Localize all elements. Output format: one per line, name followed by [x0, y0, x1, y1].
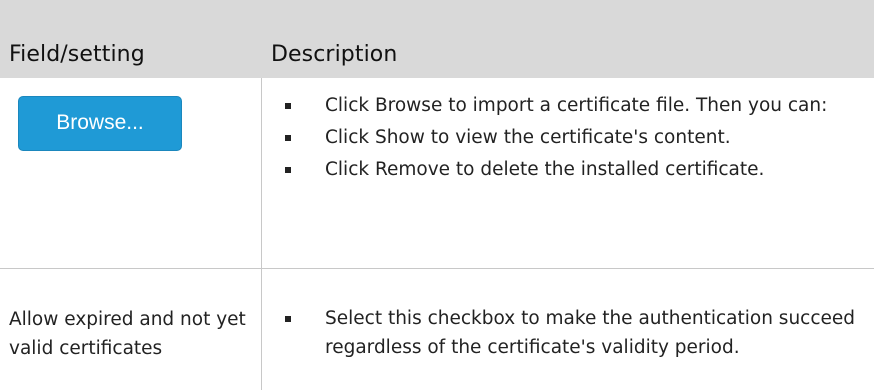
square-bullet-icon	[285, 103, 291, 109]
list-item: Select this checkbox to make the authent…	[283, 305, 873, 362]
row2-description-list: Select this checkbox to make the authent…	[283, 305, 873, 362]
row2-field-label: Allow expired and not yet valid certific…	[9, 309, 246, 359]
list-item-text: Click Show to view the certificate's con…	[325, 127, 731, 148]
header-description: Description	[271, 42, 398, 67]
list-item-text: Click Browse to import a certificate fil…	[325, 95, 828, 116]
square-bullet-icon	[285, 316, 291, 322]
list-item: Click Remove to delete the installed cer…	[283, 156, 873, 185]
settings-table: Field/setting Description Browse... Clic…	[0, 0, 874, 390]
document-page: Field/setting Description Browse... Clic…	[0, 0, 874, 390]
list-item-text: Click Remove to delete the installed cer…	[325, 159, 765, 180]
list-item: Click Show to view the certificate's con…	[283, 124, 873, 153]
column-divider	[261, 78, 262, 390]
row-divider	[0, 268, 874, 269]
square-bullet-icon	[285, 167, 291, 173]
browse-button[interactable]: Browse...	[18, 96, 182, 151]
header-field-setting: Field/setting	[9, 42, 145, 67]
row1-description-list: Click Browse to import a certificate fil…	[283, 92, 873, 188]
list-item-text: Select this checkbox to make the authent…	[325, 308, 856, 358]
square-bullet-icon	[285, 135, 291, 141]
list-item: Click Browse to import a certificate fil…	[283, 92, 873, 121]
